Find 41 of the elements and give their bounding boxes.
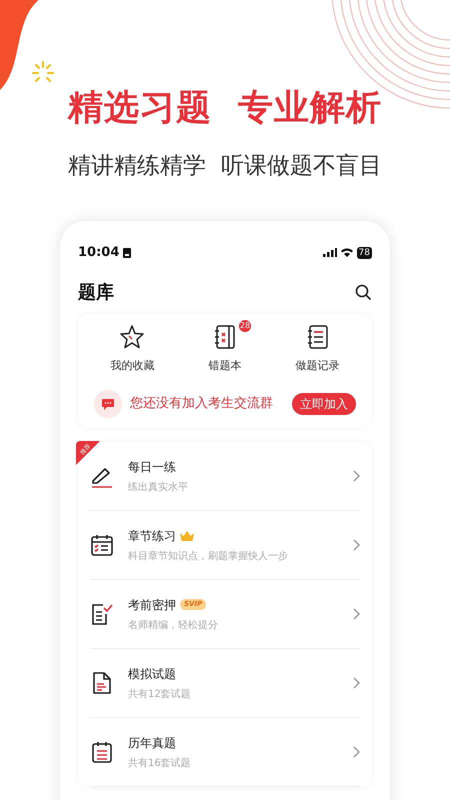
group-invite-text: 您还没有加入考生交流群 xyxy=(130,395,274,414)
count-badge: 28 xyxy=(238,320,251,332)
join-button[interactable]: 立即加入 xyxy=(292,393,356,415)
item-subtitle: 练出真实水平 xyxy=(128,480,189,494)
notebook-icon xyxy=(212,324,237,350)
chevron-icon xyxy=(353,677,360,689)
item-subtitle: 名师精编，轻松提分 xyxy=(128,618,219,632)
notebook-icon xyxy=(306,324,330,350)
practice-row[interactable]: 章节练习 科目章节知识点，刷题掌握快人一步 xyxy=(90,511,360,580)
id-card-icon xyxy=(123,248,132,258)
item-title: 历年真题 xyxy=(128,734,176,752)
page-title: 题库 xyxy=(78,280,114,304)
checklist-icon xyxy=(90,602,114,626)
practice-row[interactable]: 每日一练 练出真实水平 xyxy=(90,442,360,511)
signal-icon xyxy=(322,248,337,258)
item-title: 章节练习 xyxy=(128,528,176,544)
item-subtitle: 科目章节知识点，刷题掌握快人一步 xyxy=(128,550,289,564)
wifi-icon xyxy=(340,248,353,258)
search-icon[interactable] xyxy=(355,284,372,300)
headline: 精选习题 专业解析 xyxy=(66,87,384,130)
document-icon xyxy=(90,671,114,695)
star-icon xyxy=(119,324,146,350)
shortcut-button[interactable]: 我的收藏 xyxy=(87,324,178,374)
item-subtitle: 共有16套试题 xyxy=(128,756,192,770)
shortcut-button[interactable]: 做题记录 xyxy=(272,324,363,374)
calendar-icon xyxy=(90,740,114,764)
chevron-icon xyxy=(353,608,360,620)
practice-row[interactable]: 模拟试题 共有12套试题 xyxy=(90,649,360,718)
status-time: 10:04 xyxy=(78,244,120,262)
chat-icon xyxy=(94,390,122,418)
subtitle: 精讲精练精学 听课做题不盲目 xyxy=(67,152,383,180)
chevron-icon xyxy=(353,746,360,758)
item-subtitle: 共有12套试题 xyxy=(128,688,192,702)
calendar-icon xyxy=(90,533,114,557)
item-title: 每日一练 xyxy=(128,458,176,476)
chevron-icon xyxy=(353,470,360,482)
practice-row[interactable]: 历年真题 共有16套试题 xyxy=(90,718,360,787)
item-title: 模拟试题 xyxy=(128,666,176,682)
chevron-icon xyxy=(353,539,360,551)
item-title: 考前密押 xyxy=(128,596,176,614)
battery-indicator: 78 xyxy=(356,246,372,259)
